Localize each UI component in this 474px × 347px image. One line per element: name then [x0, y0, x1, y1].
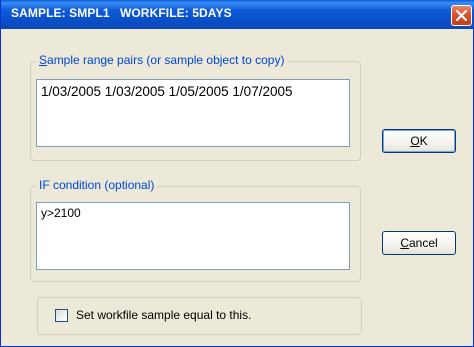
sample-range-input[interactable]: 1/03/2005 1/03/2005 1/05/2005 1/07/2005: [36, 79, 350, 147]
close-icon: [456, 10, 467, 21]
close-button[interactable]: [451, 5, 472, 26]
workfile-sample-checkbox-label[interactable]: Set workfile sample equal to this.: [76, 308, 251, 322]
ok-accel: O: [410, 134, 420, 148]
cancel-accel: C: [400, 236, 409, 250]
window-title: SAMPLE: SMPL1 WORKFILE: 5DAYS: [11, 6, 232, 20]
cancel-rest: ancel: [408, 236, 438, 250]
cancel-button[interactable]: Cancel: [382, 231, 456, 255]
workfile-sample-checkbox[interactable]: [55, 309, 68, 322]
if-condition-label: IF condition (optional): [36, 178, 158, 192]
title-bar[interactable]: SAMPLE: SMPL1 WORKFILE: 5DAYS: [1, 0, 474, 29]
ok-rest: K: [419, 134, 428, 148]
if-condition-input[interactable]: y>2100: [36, 202, 350, 270]
sample-range-label: Sample range pairs (or sample object to …: [36, 53, 288, 67]
dialog-window: SAMPLE: SMPL1 WORKFILE: 5DAYS Sample ran…: [0, 0, 474, 347]
ok-button[interactable]: OK: [382, 129, 456, 153]
